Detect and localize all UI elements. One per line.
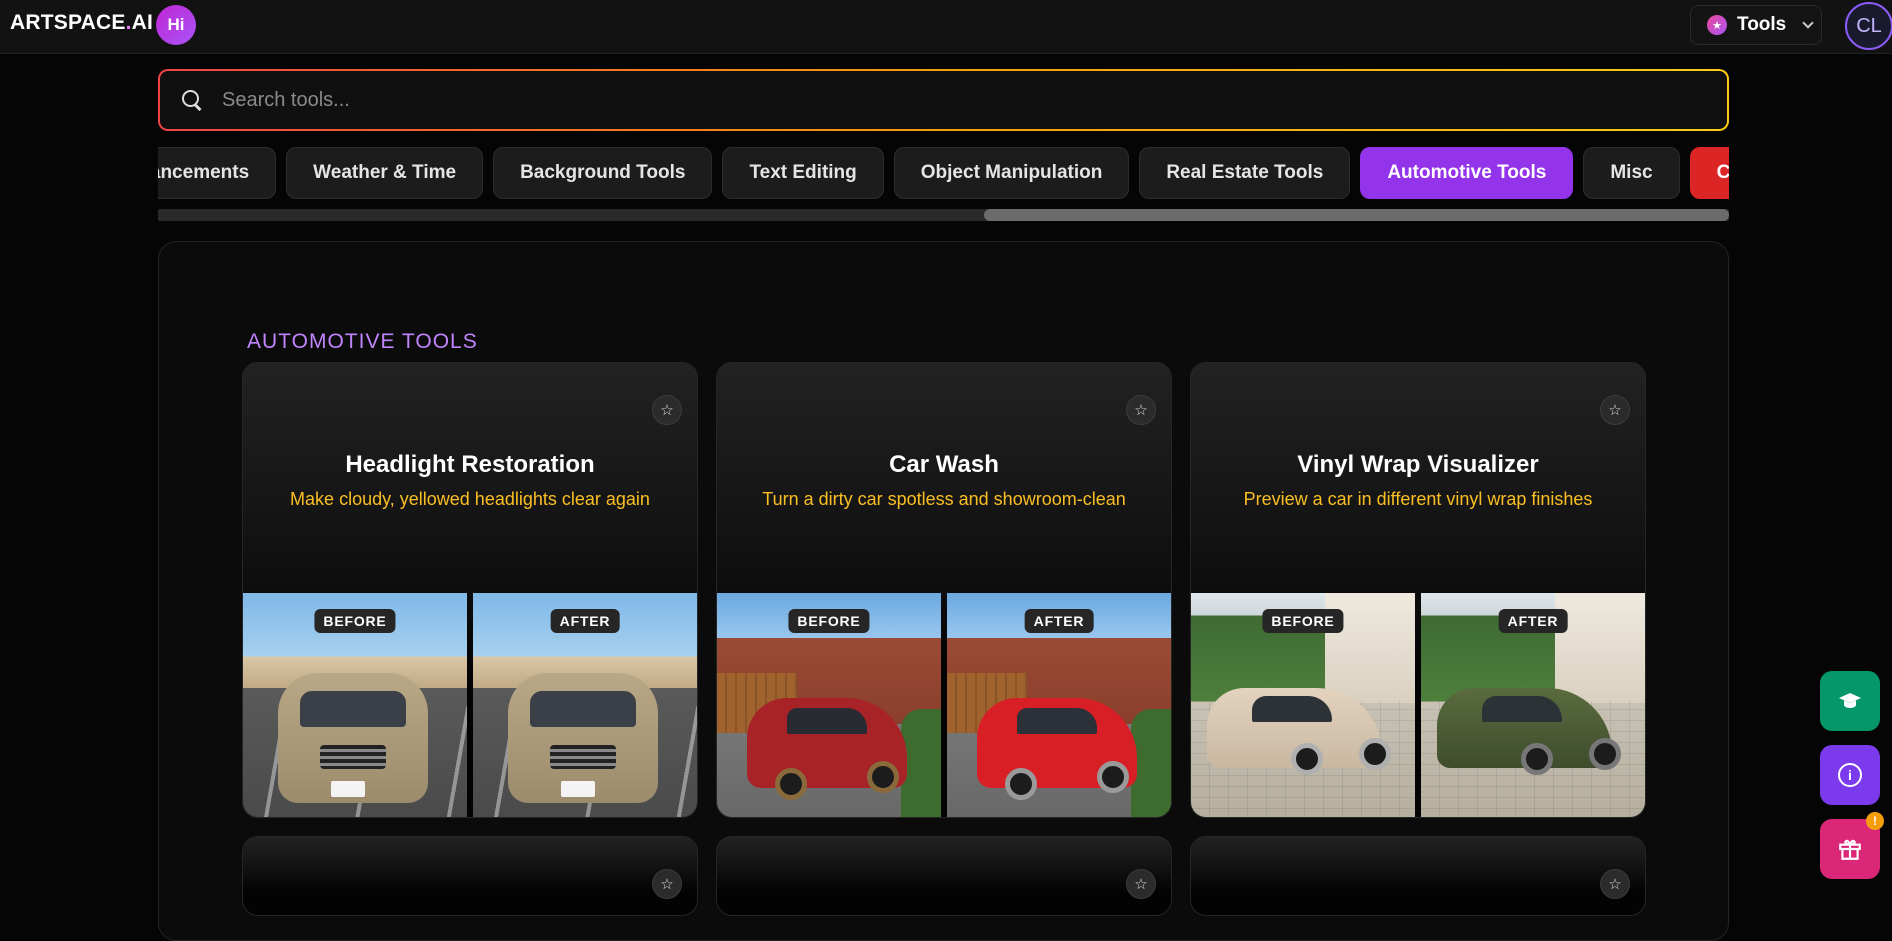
favorite-star-icon[interactable]: ☆ (1126, 395, 1156, 425)
after-image: AFTER (473, 593, 697, 817)
tool-card[interactable]: ☆ (1190, 836, 1646, 916)
before-after-images: BEFORE AFTER (1191, 593, 1645, 817)
horizontal-scrollbar[interactable] (158, 209, 1729, 221)
filter-chips: Enhancements Weather & Time Background T… (158, 147, 1729, 199)
after-image: AFTER (1421, 593, 1645, 817)
hi-badge[interactable]: Hi (156, 5, 196, 45)
card-title: Headlight Restoration (345, 451, 595, 478)
clear-filters-button[interactable]: Clear Filters (1689, 147, 1729, 199)
logo[interactable]: ARTSPACE.AI (10, 11, 153, 35)
filter-chip-weather-time[interactable]: Weather & Time (286, 147, 484, 199)
info-icon: i (1838, 763, 1862, 787)
favorite-star-icon[interactable]: ☆ (1600, 395, 1630, 425)
graduation-cap-icon (1839, 693, 1861, 708)
learn-button[interactable] (1820, 671, 1880, 731)
tools-label: Tools (1737, 14, 1787, 35)
after-label: AFTER (1024, 609, 1094, 633)
tool-card-headlight-restoration[interactable]: ☆ Headlight Restoration Make cloudy, yel… (242, 362, 698, 818)
before-label: BEFORE (314, 609, 396, 633)
card-subtitle: Turn a dirty car spotless and showroom-c… (762, 489, 1126, 509)
before-image: BEFORE (1191, 593, 1415, 817)
info-button[interactable]: i (1820, 745, 1880, 805)
section-title: AUTOMOTIVE TOOLS (247, 330, 478, 353)
filter-chip-enhancements[interactable]: Enhancements (158, 147, 277, 199)
before-label: BEFORE (1262, 609, 1344, 633)
filter-chip-object-manipulation[interactable]: Object Manipulation (893, 147, 1130, 199)
gift-icon (1839, 839, 1861, 860)
favorite-star-icon[interactable]: ☆ (652, 395, 682, 425)
search-bar (158, 69, 1729, 131)
before-image: BEFORE (717, 593, 941, 817)
search-input[interactable] (222, 88, 1622, 112)
tools-dropdown-button[interactable]: ★ Tools (1690, 5, 1822, 45)
notification-badge: ! (1866, 812, 1884, 830)
favorite-star-icon[interactable]: ☆ (1126, 869, 1156, 899)
tool-card-car-wash[interactable]: ☆ Car Wash Turn a dirty car spotless and… (716, 362, 1172, 818)
top-bar: ARTSPACE.AI Hi ★ Tools CL (0, 0, 1892, 54)
card-subtitle: Preview a car in different vinyl wrap fi… (1243, 489, 1593, 509)
before-image: BEFORE (243, 593, 467, 817)
chevron-down-icon (1802, 17, 1814, 29)
before-label: BEFORE (788, 609, 870, 633)
filter-chips-scroller: Enhancements Weather & Time Background T… (158, 147, 1729, 199)
tool-card[interactable]: ☆ (242, 836, 698, 916)
filter-chip-real-estate-tools[interactable]: Real Estate Tools (1139, 147, 1351, 199)
star-icon: ★ (1707, 15, 1727, 35)
user-avatar[interactable]: CL (1845, 2, 1892, 50)
scrollbar-thumb[interactable] (984, 209, 1729, 221)
filter-chip-automotive-tools[interactable]: Automotive Tools (1360, 147, 1574, 199)
card-title: Vinyl Wrap Visualizer (1297, 451, 1539, 478)
tool-card[interactable]: ☆ (716, 836, 1172, 916)
tool-card-vinyl-wrap-visualizer[interactable]: ☆ Vinyl Wrap Visualizer Preview a car in… (1190, 362, 1646, 818)
before-after-images: BEFORE AFTER (717, 593, 1171, 817)
after-image: AFTER (947, 593, 1171, 817)
favorite-star-icon[interactable]: ☆ (652, 869, 682, 899)
favorite-star-icon[interactable]: ☆ (1600, 869, 1630, 899)
card-subtitle: Make cloudy, yellowed headlights clear a… (290, 489, 650, 509)
filter-chip-misc[interactable]: Misc (1583, 147, 1680, 199)
card-title: Car Wash (889, 451, 999, 478)
filter-chip-text-editing[interactable]: Text Editing (722, 147, 884, 199)
after-label: AFTER (550, 609, 620, 633)
after-label: AFTER (1498, 609, 1568, 633)
search-icon (182, 90, 202, 110)
filter-chip-background-tools[interactable]: Background Tools (493, 147, 713, 199)
before-after-images: BEFORE AFTER (243, 593, 697, 817)
